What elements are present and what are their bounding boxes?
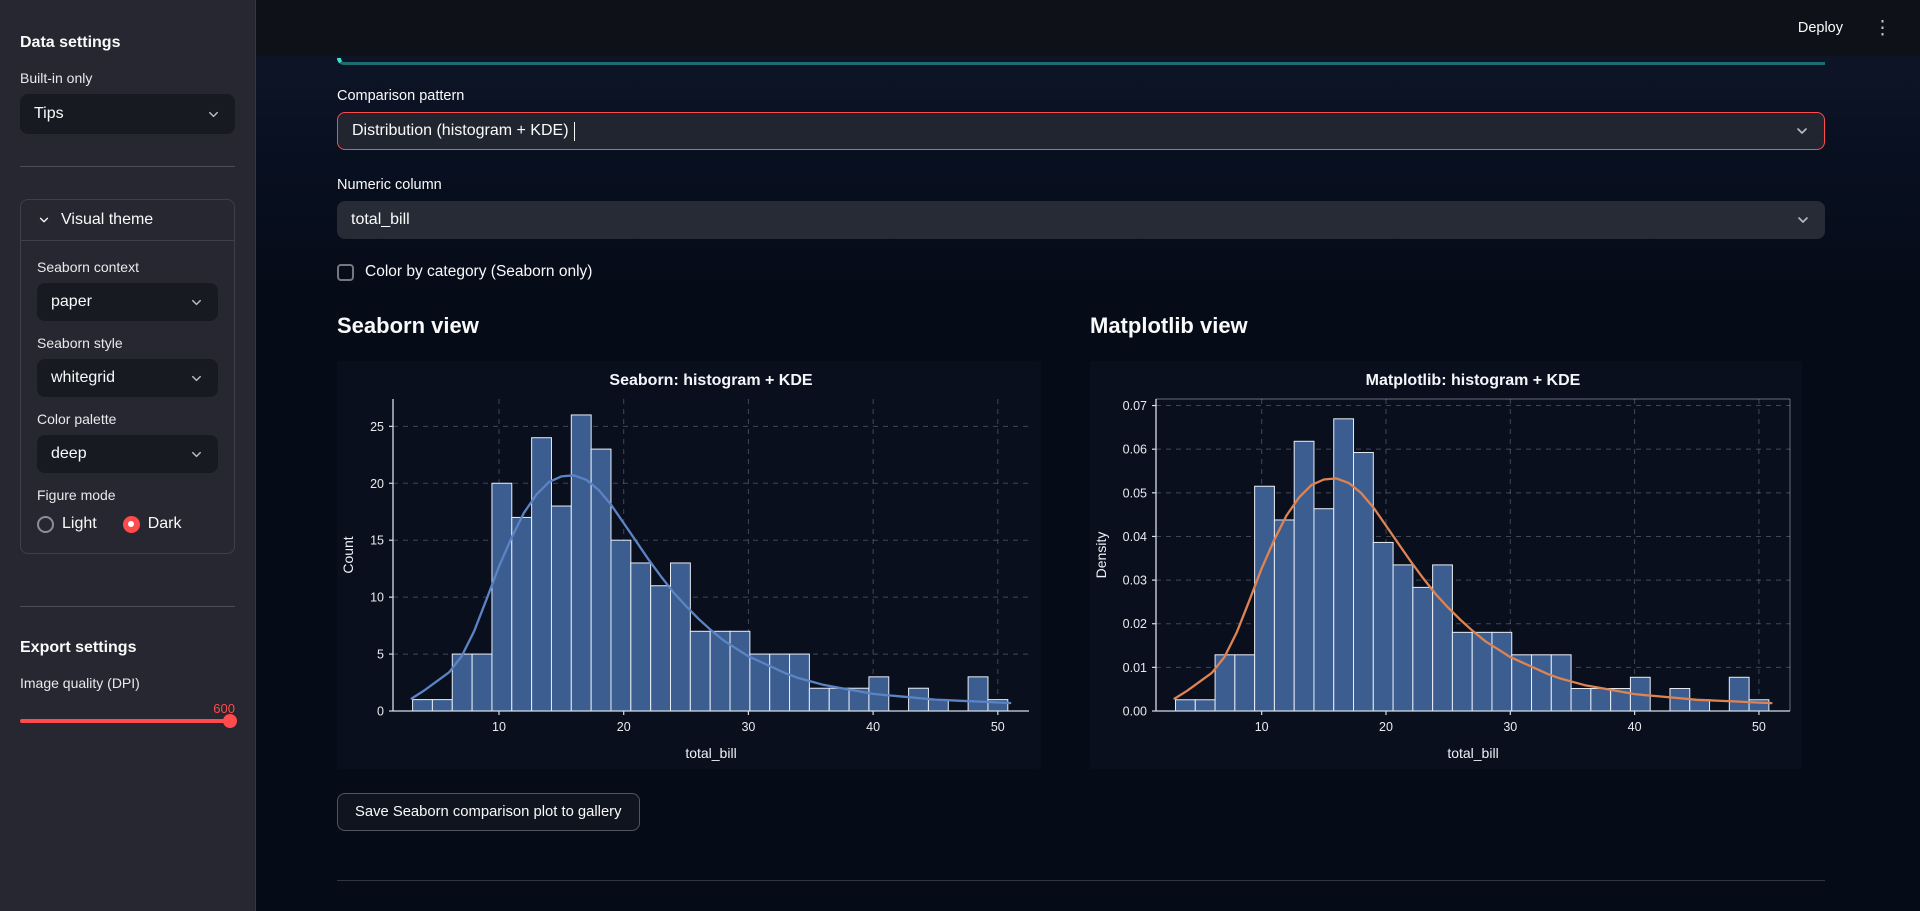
- seaborn-view-heading: Seaborn view: [337, 313, 1041, 339]
- numeric-column-value: total_bill: [351, 211, 410, 229]
- chevron-down-icon: [189, 371, 204, 386]
- comparison-pattern-select[interactable]: Distribution (histogram + KDE): [337, 112, 1825, 150]
- dpi-label: Image quality (DPI): [20, 675, 235, 691]
- chevron-down-icon: [1794, 123, 1810, 139]
- matplotlib-chart: 0.00 0.01 0.02 0.03 0.04 0.05 0.06 0.07 10 20 30 40…: [1090, 361, 1802, 769]
- export-settings-title: Export settings: [20, 639, 235, 657]
- svg-text:total_bill: total_bill: [1447, 745, 1498, 761]
- visual-theme-expander-body: Seaborn context paper Seaborn style whit…: [21, 241, 234, 553]
- save-to-gallery-button[interactable]: Save Seaborn comparison plot to gallery: [337, 793, 640, 831]
- seaborn-column: Seaborn view 0 5 10 15 20 25 10 20 30 40 50 total_b…: [337, 313, 1041, 769]
- visual-theme-expander: Visual theme Seaborn context paper Seabo…: [20, 199, 235, 554]
- svg-text:40: 40: [866, 720, 880, 734]
- chevron-down-icon: [206, 107, 221, 122]
- chart-columns: Seaborn view 0 5 10 15 20 25 10 20 30 40 50 total_b…: [337, 313, 1825, 769]
- svg-text:0: 0: [377, 705, 384, 719]
- svg-text:0.01: 0.01: [1123, 661, 1147, 675]
- svg-text:5: 5: [377, 648, 384, 662]
- app-window: Data settings Built-in only Tips Visual …: [0, 0, 1920, 911]
- svg-text:30: 30: [741, 720, 755, 734]
- svg-text:15: 15: [370, 534, 384, 548]
- seaborn-style-value: whitegrid: [51, 369, 115, 387]
- sidebar: Data settings Built-in only Tips Visual …: [0, 0, 256, 911]
- visual-theme-expander-header[interactable]: Visual theme: [21, 200, 234, 241]
- radio-selected-icon: [123, 516, 140, 533]
- color-palette-value: deep: [51, 445, 87, 463]
- figure-mode-radio-group: Light Dark: [37, 515, 218, 533]
- svg-text:0.00: 0.00: [1123, 705, 1147, 719]
- svg-text:total_bill: total_bill: [685, 745, 736, 761]
- data-settings-title: Data settings: [20, 34, 235, 52]
- radio-light[interactable]: Light: [37, 515, 97, 533]
- radio-dark-label: Dark: [148, 515, 182, 533]
- comparison-pattern-label: Comparison pattern: [337, 88, 1825, 104]
- color-palette-label: Color palette: [37, 411, 218, 427]
- dpi-slider: 600: [20, 701, 235, 723]
- radio-light-label: Light: [62, 515, 97, 533]
- radio-dark[interactable]: Dark: [123, 515, 182, 533]
- scrolled-widget-bottom-edge: [337, 58, 1825, 65]
- chevron-down-icon: [189, 295, 204, 310]
- svg-text:50: 50: [1752, 720, 1766, 734]
- kebab-menu-icon[interactable]: ⋮: [1873, 19, 1892, 38]
- seaborn-context-label: Seaborn context: [37, 259, 218, 275]
- seaborn-context-value: paper: [51, 293, 92, 311]
- chevron-down-icon: [1795, 212, 1811, 228]
- svg-text:0.04: 0.04: [1123, 530, 1147, 544]
- radio-unselected-icon: [37, 516, 54, 533]
- svg-text:0.06: 0.06: [1123, 443, 1147, 457]
- main-content: Comparison pattern Distribution (histogr…: [256, 58, 1920, 881]
- chevron-down-icon: [189, 447, 204, 462]
- svg-text:10: 10: [370, 591, 384, 605]
- svg-text:20: 20: [1379, 720, 1393, 734]
- deploy-button[interactable]: Deploy: [1788, 14, 1853, 42]
- seaborn-context-select[interactable]: paper: [37, 283, 218, 321]
- chevron-down-icon: [37, 213, 51, 227]
- color-palette-select[interactable]: deep: [37, 435, 218, 473]
- matplotlib-view-heading: Matplotlib view: [1090, 313, 1802, 339]
- dpi-slider-track[interactable]: [20, 719, 235, 723]
- svg-text:10: 10: [492, 720, 506, 734]
- svg-text:Density: Density: [1093, 532, 1109, 579]
- svg-text:20: 20: [370, 477, 384, 491]
- svg-text:Seaborn: histogram + KDE: Seaborn: histogram + KDE: [609, 372, 812, 389]
- color-by-category-checkbox[interactable]: Color by category (Seaborn only): [337, 263, 1825, 281]
- svg-text:0.07: 0.07: [1123, 399, 1147, 413]
- svg-text:25: 25: [370, 420, 384, 434]
- svg-text:0.02: 0.02: [1123, 617, 1147, 631]
- color-by-category-label: Color by category (Seaborn only): [365, 263, 592, 281]
- dpi-slider-thumb[interactable]: [223, 714, 237, 728]
- svg-text:0.03: 0.03: [1123, 574, 1147, 588]
- seaborn-chart: 0 5 10 15 20 25 10 20 30 40 50 total_bill Count Seabo…: [337, 361, 1041, 769]
- svg-text:50: 50: [991, 720, 1005, 734]
- comparison-pattern-value: Distribution (histogram + KDE): [352, 122, 569, 140]
- svg-text:40: 40: [1628, 720, 1642, 734]
- dataset-select[interactable]: Tips: [20, 94, 235, 134]
- builtin-only-label: Built-in only: [20, 70, 235, 86]
- main-area: Comparison pattern Distribution (histogr…: [256, 56, 1920, 911]
- svg-text:10: 10: [1255, 720, 1269, 734]
- svg-text:Count: Count: [340, 536, 356, 573]
- svg-text:Matplotlib: histogram + KDE: Matplotlib: histogram + KDE: [1366, 372, 1581, 389]
- sidebar-divider: [20, 166, 235, 167]
- seaborn-style-select[interactable]: whitegrid: [37, 359, 218, 397]
- visual-theme-title: Visual theme: [61, 211, 153, 229]
- text-cursor: [574, 122, 576, 141]
- svg-text:20: 20: [617, 720, 631, 734]
- figure-mode-label: Figure mode: [37, 487, 218, 503]
- seaborn-style-label: Seaborn style: [37, 335, 218, 351]
- numeric-column-select[interactable]: total_bill: [337, 201, 1825, 239]
- svg-text:30: 30: [1503, 720, 1517, 734]
- dataset-select-value: Tips: [34, 105, 64, 123]
- svg-text:0.05: 0.05: [1123, 486, 1147, 500]
- matplotlib-column: Matplotlib view 0.00 0.01 0.02 0.03 0.04 0.05…: [1090, 313, 1802, 769]
- sidebar-divider: [20, 606, 235, 607]
- top-header: Deploy ⋮: [256, 0, 1920, 56]
- content-divider: [337, 880, 1825, 881]
- checkbox-unchecked-icon: [337, 264, 354, 281]
- numeric-column-label: Numeric column: [337, 177, 1825, 193]
